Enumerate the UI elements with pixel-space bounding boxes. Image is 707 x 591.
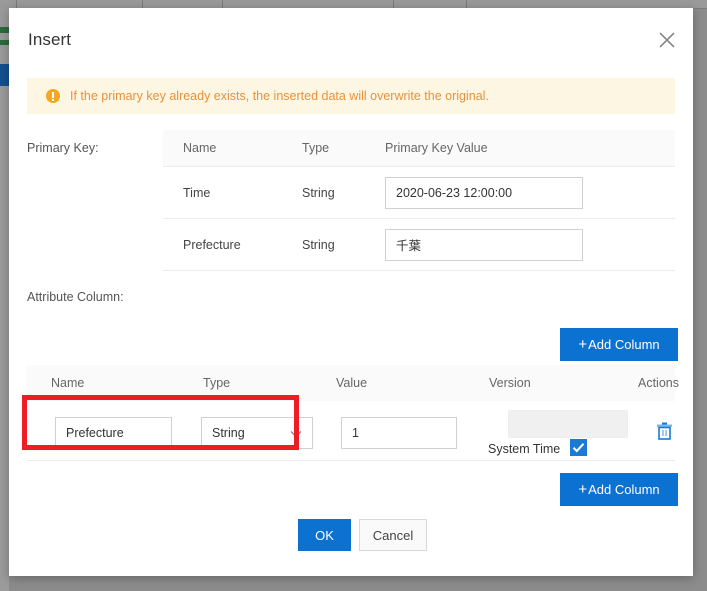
attribute-value-input[interactable]	[341, 417, 457, 449]
attribute-version-input	[508, 410, 628, 438]
background-accent-chip	[0, 40, 9, 45]
insert-dialog: Insert If the primary key already exists…	[9, 8, 693, 576]
attribute-col-actions: Actions	[638, 376, 679, 390]
background-accent-chip	[0, 64, 9, 86]
background-accent-chip	[0, 27, 9, 33]
table-divider	[163, 270, 675, 271]
dialog-footer: OK Cancel	[9, 519, 693, 559]
primary-key-col-name: Name	[183, 141, 217, 155]
chevron-down-icon	[289, 427, 303, 446]
attribute-column-table: Name Type Value Version Actions String S…	[27, 365, 679, 461]
plus-icon: +	[578, 336, 588, 353]
primary-key-type: String	[302, 237, 335, 252]
background-left-strip	[0, 8, 9, 591]
attribute-col-version: Version	[489, 376, 531, 390]
table-row: String System Time	[27, 401, 675, 461]
background-column-divider	[142, 0, 143, 8]
system-time-checkbox[interactable]	[570, 439, 587, 456]
trash-icon[interactable]	[656, 422, 673, 445]
primary-key-value-input-time[interactable]	[385, 176, 583, 209]
warning-circle-icon	[46, 89, 60, 103]
ok-button[interactable]: OK	[298, 519, 351, 551]
primary-key-table-header: Name Type Primary Key Value	[163, 130, 675, 166]
warning-message: If the primary key already exists, the i…	[70, 89, 489, 103]
add-column-label: Add Column	[588, 482, 660, 497]
background-column-divider	[16, 0, 17, 8]
primary-key-col-value: Primary Key Value	[385, 141, 488, 155]
attribute-col-type: Type	[203, 376, 231, 390]
primary-key-table: Name Type Primary Key Value Time String …	[163, 130, 675, 271]
attribute-type-select[interactable]: String	[201, 417, 313, 449]
attribute-table-header: Name Type Value Version Actions	[27, 365, 679, 401]
table-row: Prefecture String	[163, 218, 675, 270]
primary-key-name: Time	[183, 185, 211, 200]
add-column-label: Add Column	[588, 337, 660, 352]
background-column-divider	[466, 0, 467, 8]
attribute-name-input[interactable]	[55, 417, 172, 449]
close-icon[interactable]	[653, 26, 681, 54]
dialog-header: Insert	[9, 8, 693, 70]
warning-banner: If the primary key already exists, the i…	[27, 78, 675, 114]
cancel-button[interactable]: Cancel	[359, 519, 427, 551]
background-column-divider	[393, 0, 394, 8]
primary-key-col-type: Type	[302, 141, 330, 155]
add-column-button-bottom[interactable]: + Add Column	[560, 473, 678, 506]
table-row: Time String	[163, 166, 675, 218]
primary-key-label: Primary Key:	[27, 141, 99, 155]
background-column-divider	[222, 0, 223, 8]
dialog-title: Insert	[28, 30, 72, 49]
primary-key-value-input-prefecture[interactable]	[385, 228, 583, 261]
attribute-col-value: Value	[336, 376, 368, 390]
primary-key-type: String	[302, 185, 335, 200]
attribute-column-label: Attribute Column:	[27, 290, 124, 304]
primary-key-name: Prefecture	[183, 237, 241, 252]
plus-icon: +	[578, 481, 588, 498]
attribute-col-name: Name	[51, 376, 85, 390]
add-column-button-top[interactable]: + Add Column	[560, 328, 678, 361]
system-time-label: System Time	[488, 442, 561, 456]
attribute-type-value: String	[212, 426, 245, 440]
